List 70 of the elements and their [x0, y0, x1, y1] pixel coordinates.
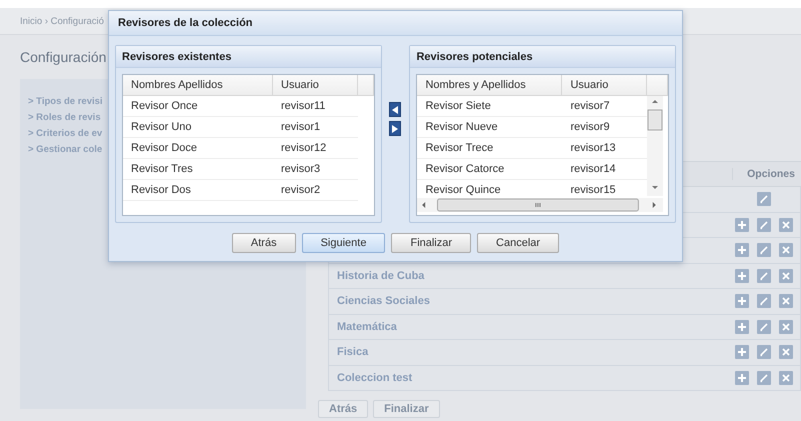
column-header: Nombres Apellidos: [123, 75, 273, 95]
name-cell-text: Revisor Nueve: [424, 121, 499, 133]
pencil-icon[interactable]: [757, 370, 771, 385]
user-cell-text: revisor3: [280, 163, 322, 175]
column-header: Usuario: [273, 75, 358, 95]
page-title: Configuración: [20, 49, 106, 65]
vertical-scrollbar[interactable]: [647, 96, 664, 196]
move-left-button[interactable]: [389, 102, 402, 117]
user-cell-text: revisor9: [569, 121, 611, 133]
name-cell-text: Revisor Dos: [130, 184, 192, 196]
move-right-button[interactable]: [389, 121, 402, 136]
grid-row[interactable]: Revisor Once revisor11: [123, 96, 358, 117]
pencil-icon[interactable]: [757, 218, 771, 232]
column-header: Opciones: [732, 168, 801, 180]
name-cell-text: Revisor Catorce: [424, 163, 506, 175]
dialog-button[interactable]: Siguiente: [302, 233, 386, 253]
column-header: Nombres y Apellidos: [417, 75, 562, 95]
close-icon[interactable]: [779, 218, 793, 232]
column-header: Usuario: [562, 75, 648, 95]
left-triangle-icon: [392, 106, 398, 114]
right-triangle-icon: [392, 124, 398, 132]
name-cell-text: Revisor Once: [130, 100, 199, 112]
grid-row[interactable]: Revisor Catorce revisor14: [417, 159, 648, 180]
dialog-button[interactable]: Cancelar: [477, 233, 560, 253]
grid-row[interactable]: Revisor Trece revisor13: [417, 138, 648, 159]
panel-title: Revisores potenciales: [416, 50, 533, 62]
plus-icon[interactable]: [735, 370, 749, 385]
plus-icon[interactable]: [735, 345, 749, 360]
pencil-icon[interactable]: [757, 192, 771, 206]
pencil-icon[interactable]: [757, 320, 771, 334]
pencil-icon[interactable]: [757, 268, 771, 283]
user-cell-text: revisor14: [569, 163, 617, 175]
plus-icon[interactable]: [735, 320, 749, 334]
name-cell-text: Revisor Doce: [130, 142, 198, 154]
user-cell-text: revisor2: [280, 184, 322, 196]
close-icon[interactable]: [779, 345, 793, 360]
grid-row[interactable]: Revisor Doce revisor12: [123, 138, 358, 159]
dialog-button[interactable]: Atrás: [232, 233, 296, 253]
name-cell-text: Revisor Tres: [130, 163, 194, 175]
plus-icon[interactable]: [735, 218, 749, 232]
dialog-title: Revisores de la colección: [118, 17, 253, 29]
close-icon[interactable]: [779, 294, 793, 308]
name-cell-text: Revisor Quince: [424, 184, 502, 196]
close-icon[interactable]: [779, 268, 793, 283]
grid-row[interactable]: Revisor Dos revisor2: [123, 180, 358, 201]
user-cell-text: revisor12: [280, 142, 328, 154]
close-icon[interactable]: [779, 243, 793, 258]
grid-row[interactable]: Revisor Siete revisor7: [417, 96, 648, 117]
horizontal-scrollbar[interactable]: [417, 198, 664, 212]
dialog-button[interactable]: Finalizar: [391, 233, 472, 253]
user-cell-text: revisor13: [569, 142, 617, 154]
plus-icon[interactable]: [735, 243, 749, 258]
close-icon[interactable]: [779, 320, 793, 334]
grid-row[interactable]: Revisor Uno revisor1: [123, 117, 358, 138]
user-cell-text: revisor11: [280, 100, 326, 112]
name-cell-text: Revisor Siete: [424, 100, 492, 112]
name-cell-text: Revisor Trece: [424, 142, 494, 154]
pencil-icon[interactable]: [757, 243, 771, 258]
pencil-icon[interactable]: [757, 345, 771, 360]
grid-row[interactable]: Revisor Nueve revisor9: [417, 117, 648, 138]
panel-title: Revisores existentes: [122, 50, 232, 62]
user-cell-text: revisor1: [280, 121, 322, 133]
user-cell-text: revisor15: [569, 184, 617, 196]
plus-icon[interactable]: [735, 294, 749, 308]
close-icon[interactable]: [779, 370, 793, 385]
name-cell-text: Revisor Uno: [130, 121, 193, 133]
grid-row[interactable]: Revisor Tres revisor3: [123, 159, 358, 180]
pencil-icon[interactable]: [757, 294, 771, 308]
user-cell-text: revisor7: [569, 100, 611, 112]
plus-icon[interactable]: [735, 268, 749, 283]
